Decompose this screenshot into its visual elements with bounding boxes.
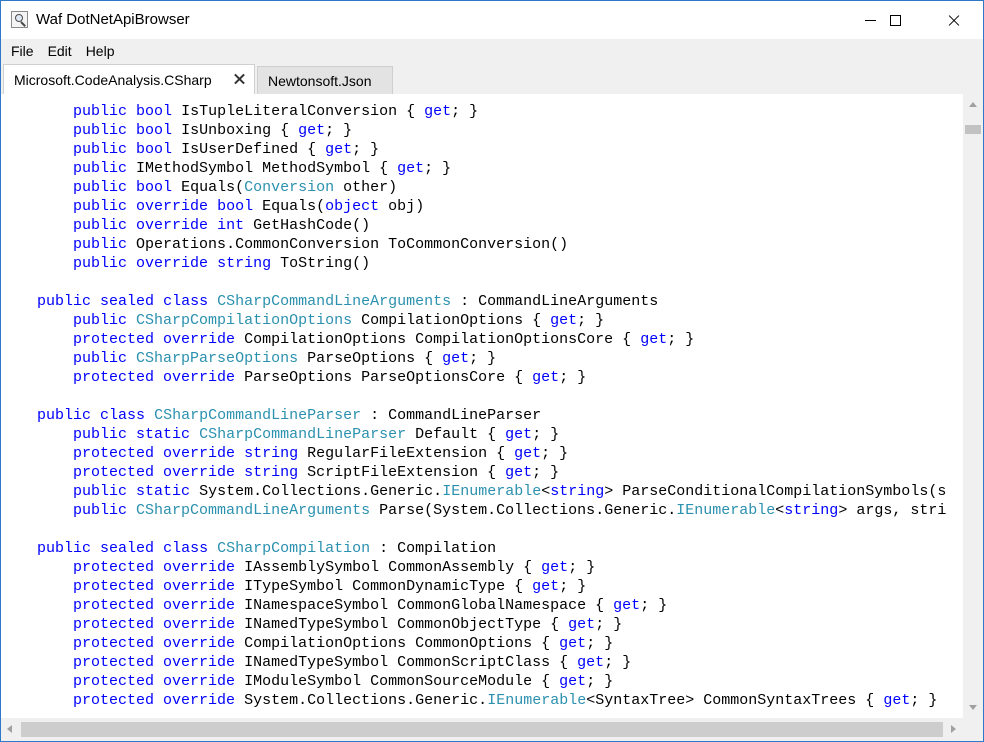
- code-line: protected override INamespaceSymbol Comm…: [73, 597, 668, 614]
- tab-label: Newtonsoft.Json: [268, 72, 372, 89]
- code-line: public override bool Equals(object obj): [73, 198, 425, 215]
- code-line: public class CSharpCommandLineParser : C…: [37, 407, 542, 424]
- code-line: public sealed class CSharpCompilation : …: [37, 540, 497, 557]
- maximize-button[interactable]: [872, 1, 918, 39]
- scroll-down-icon[interactable]: [969, 705, 977, 710]
- window-title: Waf DotNetApiBrowser: [36, 11, 190, 28]
- code-line: public bool Equals(Conversion other): [73, 179, 398, 196]
- scroll-up-icon[interactable]: [969, 102, 977, 107]
- tab-newtonsoft-json[interactable]: Newtonsoft.Json: [257, 66, 393, 94]
- code-line: public CSharpCompilationOptions Compilat…: [73, 312, 605, 329]
- code-line: public IMethodSymbol MethodSymbol { get;…: [73, 160, 452, 177]
- magnifier-document-icon: [11, 11, 28, 28]
- code-line: public static CSharpCommandLineParser De…: [73, 426, 560, 443]
- code-line: public CSharpParseOptions ParseOptions {…: [73, 350, 497, 367]
- code-line: public sealed class CSharpCommandLineArg…: [37, 293, 659, 310]
- code-line: public Operations.CommonConversion ToCom…: [73, 236, 569, 253]
- tab-label: Microsoft.CodeAnalysis.CSharp: [14, 72, 212, 88]
- code-line: protected override INamedTypeSymbol Comm…: [73, 654, 632, 671]
- code-line: protected override INamedTypeSymbol Comm…: [73, 616, 623, 633]
- code-line: protected override string ScriptFileExte…: [73, 464, 560, 481]
- close-button[interactable]: [931, 1, 977, 39]
- horizontal-scrollbar[interactable]: [1, 718, 963, 741]
- menu-file[interactable]: File: [4, 41, 41, 61]
- scroll-left-icon[interactable]: [7, 725, 12, 733]
- menu-help[interactable]: Help: [79, 41, 122, 61]
- code-line: protected override ITypeSymbol CommonDyn…: [73, 578, 587, 595]
- close-icon: [947, 13, 961, 27]
- vertical-scrollbar[interactable]: [963, 94, 983, 718]
- code-line: protected override string RegularFileExt…: [73, 445, 569, 462]
- tab-strip: Microsoft.CodeAnalysis.CSharp Newtonsoft…: [1, 63, 983, 95]
- close-icon[interactable]: [234, 73, 245, 84]
- code-line: protected override CompilationOptions Co…: [73, 635, 614, 652]
- menu-edit[interactable]: Edit: [41, 41, 79, 61]
- maximize-icon: [889, 14, 901, 26]
- code-line: public bool IsUserDefined { get; }: [73, 141, 380, 158]
- code-line: public override int GetHashCode(): [73, 217, 371, 234]
- tab-microsoft-codeanalysis-csharp[interactable]: Microsoft.CodeAnalysis.CSharp: [3, 64, 255, 95]
- title-bar[interactable]: Waf DotNetApiBrowser: [1, 1, 983, 39]
- code-line: protected override System.Collections.Ge…: [73, 692, 938, 709]
- horizontal-scroll-thumb[interactable]: [21, 722, 943, 737]
- scrollbar-corner: [963, 718, 983, 741]
- code-line: protected override CompilationOptions Co…: [73, 331, 695, 348]
- code-line: protected override IModuleSymbol CommonS…: [73, 673, 614, 690]
- app-window: Waf DotNetApiBrowser File Edit Help Micr…: [0, 0, 984, 742]
- vertical-scroll-thumb[interactable]: [965, 125, 981, 134]
- code-line: public bool IsTupleLiteralConversion { g…: [73, 103, 479, 120]
- scroll-right-icon[interactable]: [951, 725, 956, 733]
- code-line: public CSharpCommandLineArguments Parse(…: [73, 502, 947, 519]
- code-line: protected override ParseOptions ParseOpt…: [73, 369, 587, 386]
- code-line: public override string ToString(): [73, 255, 371, 272]
- code-line: public static System.Collections.Generic…: [73, 483, 947, 500]
- menu-bar: File Edit Help: [1, 39, 983, 63]
- code-editor[interactable]: public bool IsTupleLiteralConversion { g…: [1, 94, 963, 718]
- code-line: public bool IsUnboxing { get; }: [73, 122, 353, 139]
- code-line: protected override IAssemblySymbol Commo…: [73, 559, 596, 576]
